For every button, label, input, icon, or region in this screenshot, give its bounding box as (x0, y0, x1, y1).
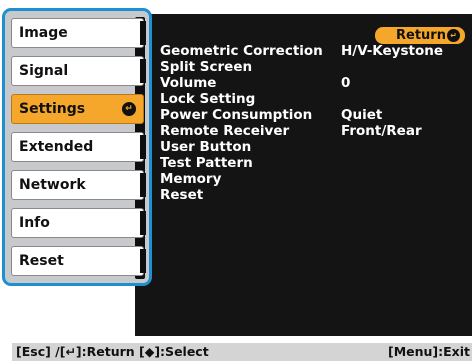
key-help-bar: [Esc] /[↵]:Return [◆]:Select [Menu]:Exit (12, 343, 472, 361)
setting-memory[interactable]: Memory (160, 171, 465, 187)
key-help-right: [Menu]:Exit (387, 344, 470, 359)
setting-label: Power Consumption (160, 107, 313, 123)
return-button-label: Return (396, 28, 446, 43)
setting-split-screen[interactable]: Split Screen (160, 59, 465, 75)
setting-value: Front/Rear (341, 123, 422, 139)
sidebar-item-label: Network (19, 177, 86, 193)
setting-value: H/V-Keystone (341, 43, 444, 59)
enter-icon: ↵ (122, 102, 136, 116)
enter-icon: ↵ (447, 29, 460, 42)
sidebar-item-label: Info (19, 215, 50, 231)
setting-volume[interactable]: Volume 0 (160, 75, 465, 91)
sidebar-item-extended[interactable]: Extended (11, 132, 146, 162)
setting-lock-setting[interactable]: Lock Setting (160, 91, 465, 107)
setting-label: Lock Setting (160, 91, 256, 107)
setting-label: Geometric Correction (160, 43, 323, 59)
setting-user-button[interactable]: User Button (160, 139, 465, 155)
sidebar-item-info[interactable]: Info (11, 208, 146, 238)
setting-geometric-correction[interactable]: Geometric Correction H/V-Keystone (160, 43, 465, 59)
setting-test-pattern[interactable]: Test Pattern (160, 155, 465, 171)
setting-label: Reset (160, 187, 204, 203)
sidebar-item-label: Reset (19, 253, 64, 269)
setting-value: Quiet (341, 107, 383, 123)
setting-label: Test Pattern (160, 155, 253, 171)
settings-list: Geometric Correction H/V-Keystone Split … (160, 43, 465, 203)
sidebar-item-label: Signal (19, 63, 69, 79)
sidebar-item-label: Extended (19, 139, 94, 155)
sidebar: Image Signal Settings ↵ Extended Network… (2, 8, 152, 286)
setting-power-consumption[interactable]: Power Consumption Quiet (160, 107, 465, 123)
setting-label: User Button (160, 139, 252, 155)
setting-label: Memory (160, 171, 222, 187)
sidebar-item-label: Image (19, 25, 68, 41)
sidebar-item-signal[interactable]: Signal (11, 56, 146, 86)
setting-value: 0 (341, 75, 351, 91)
sidebar-item-label: Settings (19, 101, 86, 117)
setting-label: Split Screen (160, 59, 253, 75)
sidebar-item-reset[interactable]: Reset (11, 246, 146, 276)
sidebar-item-image[interactable]: Image (11, 18, 146, 48)
setting-label: Volume (160, 75, 217, 91)
setting-remote-receiver[interactable]: Remote Receiver Front/Rear (160, 123, 465, 139)
key-help-left: [Esc] /[↵]:Return [◆]:Select (16, 344, 209, 359)
sidebar-item-settings[interactable]: Settings ↵ (11, 94, 144, 124)
setting-reset[interactable]: Reset (160, 187, 465, 203)
return-button[interactable]: Return ↵ (375, 27, 465, 44)
sidebar-item-network[interactable]: Network (11, 170, 146, 200)
setting-label: Remote Receiver (160, 123, 290, 139)
